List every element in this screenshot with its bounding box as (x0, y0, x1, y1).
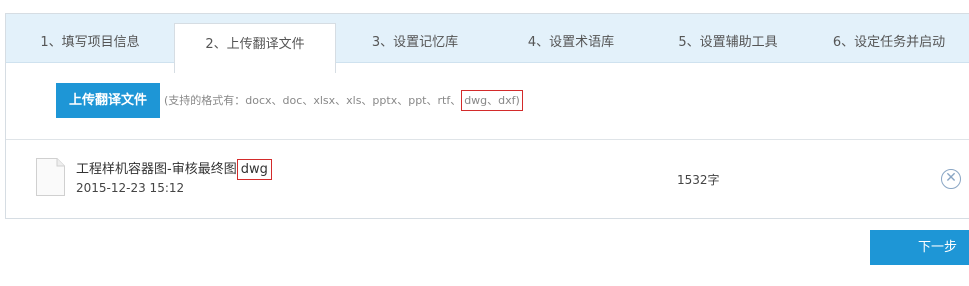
step-tabs: 1、填写项目信息 2、上传翻译文件 3、设置记忆库 4、设置术语库 5、设置辅助… (6, 14, 969, 73)
upload-panel: 1、填写项目信息 2、上传翻译文件 3、设置记忆库 4、设置术语库 5、设置辅助… (5, 13, 969, 219)
close-circle-icon[interactable]: ✕ (941, 169, 961, 189)
file-name-text: 工程样机容器图-审核最终图 (76, 162, 237, 177)
file-name: 工程样机容器图-审核最终图 dwg (76, 158, 272, 180)
tab-step-1[interactable]: 1、填写项目信息 (6, 14, 174, 63)
tab-label: 6、设定任务并启动 (832, 35, 946, 50)
tab-step-5[interactable]: 5、设置辅助工具 (648, 14, 808, 63)
file-row: 工程样机容器图-审核最终图 dwg 2015-12-23 15:12 1532字 … (6, 141, 969, 219)
tab-label: 2、上传翻译文件 (205, 37, 305, 52)
tab-label: 3、设置记忆库 (371, 35, 459, 50)
tab-step-3[interactable]: 3、设置记忆库 (336, 14, 494, 63)
tab-label: 4、设置术语库 (527, 35, 615, 50)
upload-file-button[interactable]: 上传翻译文件 (56, 83, 160, 118)
tab-label: 5、设置辅助工具 (678, 35, 778, 50)
format-hint-text: (支持的格式有：docx、doc、xlsx、xls、pptx、ppt、rtf、 (164, 94, 462, 107)
word-count: 1532字 (677, 173, 720, 187)
file-extension: dwg (236, 159, 272, 180)
format-hint: (支持的格式有：docx、doc、xlsx、xls、pptx、ppt、rtf、 d… (164, 90, 523, 111)
format-hint-highlight: dwg、dxf) (461, 90, 523, 111)
tab-label: 1、填写项目信息 (40, 35, 140, 50)
document-icon (36, 158, 65, 196)
upload-row: 上传翻译文件 (支持的格式有：docx、doc、xlsx、xls、pptx、pp… (6, 63, 969, 140)
tab-step-4[interactable]: 4、设置术语库 (494, 14, 648, 63)
next-step-button[interactable]: 下一步 (870, 230, 969, 265)
file-date: 2015-12-23 15:12 (76, 181, 185, 195)
tab-step-6[interactable]: 6、设定任务并启动 (808, 14, 969, 63)
